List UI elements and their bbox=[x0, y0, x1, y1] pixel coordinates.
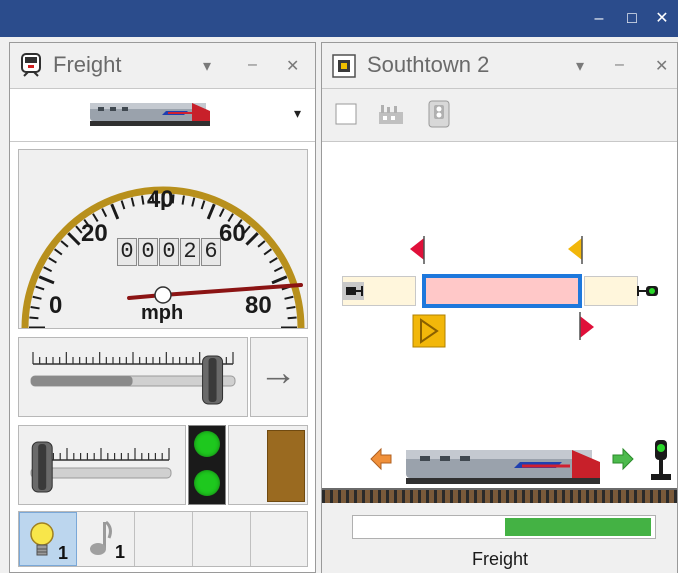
function-badge: 1 bbox=[115, 542, 126, 562]
signal-light-top bbox=[194, 431, 220, 457]
signal-east-green bbox=[636, 282, 662, 300]
signal-amber-west-icon[interactable] bbox=[566, 236, 584, 264]
block-panel: Southtown 2 ▾ – ✕ Freight bbox=[321, 42, 678, 573]
throttle-slider[interactable] bbox=[18, 337, 248, 417]
track-diagram bbox=[322, 142, 677, 504]
block-progress-fill bbox=[505, 518, 651, 536]
function-badge: 1 bbox=[58, 543, 69, 563]
throttle-slider-track bbox=[30, 352, 236, 405]
direction-button[interactable]: → bbox=[250, 337, 308, 417]
signal-red-east-icon[interactable] bbox=[578, 312, 596, 340]
function-button-empty[interactable] bbox=[193, 512, 251, 566]
brake-indicator bbox=[228, 425, 308, 505]
block-status-area: Freight bbox=[322, 503, 677, 573]
window-maximize-button[interactable]: □ bbox=[618, 6, 646, 32]
direction-arrow-icon: → bbox=[259, 352, 297, 394]
signal-red-west-icon[interactable] bbox=[408, 236, 426, 264]
signal-panel-icon[interactable] bbox=[426, 99, 452, 129]
locomotive-image bbox=[90, 103, 210, 126]
window-minimize-button[interactable]: – bbox=[585, 6, 613, 32]
brake-pressure-bar bbox=[267, 430, 305, 502]
speed-unit-label: mph bbox=[141, 302, 184, 324]
headlight-icon bbox=[30, 522, 54, 556]
buffer-west bbox=[342, 282, 364, 300]
track-segment-east[interactable] bbox=[584, 276, 638, 306]
amber-sensor-east-icon[interactable] bbox=[412, 314, 446, 348]
throttle-panel-menu-button[interactable]: ▾ bbox=[203, 56, 211, 76]
track-rail bbox=[322, 488, 677, 504]
horn-icon bbox=[90, 520, 112, 555]
throttle-panel-header: Freight ▾ – ✕ bbox=[10, 43, 315, 89]
throttle-panel-close-button[interactable]: ✕ bbox=[286, 56, 299, 76]
buffer-stop-icon bbox=[346, 286, 363, 296]
window-title-bar: – □ ✕ bbox=[0, 0, 678, 37]
function-button-empty[interactable] bbox=[135, 512, 193, 566]
loco-selector[interactable]: ▾ bbox=[10, 89, 315, 142]
block-toolbar bbox=[322, 89, 677, 142]
block-panel-header: Southtown 2 ▾ – ✕ bbox=[322, 43, 677, 89]
window-close-button[interactable]: ✕ bbox=[648, 6, 676, 32]
signal-indicator bbox=[188, 425, 226, 505]
throttle-panel: Freight ▾ – ✕ ▾ 0 20 40 60 80 00026 mph … bbox=[9, 42, 316, 573]
function-button-horn[interactable]: 1 bbox=[77, 512, 135, 566]
train-image bbox=[406, 450, 600, 484]
block-icon bbox=[332, 54, 356, 78]
signal-light-bottom bbox=[194, 470, 220, 496]
brake-slider[interactable] bbox=[18, 425, 186, 505]
arrow-left-icon[interactable] bbox=[370, 446, 392, 472]
locomotive-icon bbox=[21, 53, 41, 77]
industry-icon[interactable] bbox=[377, 102, 405, 126]
block-panel-menu-button[interactable]: ▾ bbox=[576, 56, 584, 76]
brake-slider-track bbox=[30, 441, 172, 493]
ground-signal-icon bbox=[651, 440, 671, 480]
throttle-panel-minimize-button[interactable]: – bbox=[248, 56, 257, 74]
block-train-name: Freight bbox=[472, 549, 529, 569]
arrow-right-icon[interactable] bbox=[612, 446, 634, 472]
green-signal-icon bbox=[637, 286, 658, 296]
block-panel-minimize-button[interactable]: – bbox=[615, 56, 624, 74]
block-panel-close-button[interactable]: ✕ bbox=[655, 56, 668, 76]
block-southtown-2[interactable] bbox=[422, 274, 582, 308]
speedometer: 0 20 40 60 80 00026 mph bbox=[18, 149, 308, 329]
function-button-row: 1 1 bbox=[18, 511, 308, 567]
function-button-empty[interactable] bbox=[251, 512, 307, 566]
function-button-headlight[interactable]: 1 bbox=[19, 512, 77, 566]
block-panel-title: Southtown 2 bbox=[367, 52, 490, 77]
loco-selector-dropdown-icon[interactable]: ▾ bbox=[294, 105, 301, 122]
block-progress-bar bbox=[352, 515, 656, 539]
blank-page-icon[interactable] bbox=[334, 102, 358, 126]
throttle-panel-title: Freight bbox=[53, 52, 122, 77]
